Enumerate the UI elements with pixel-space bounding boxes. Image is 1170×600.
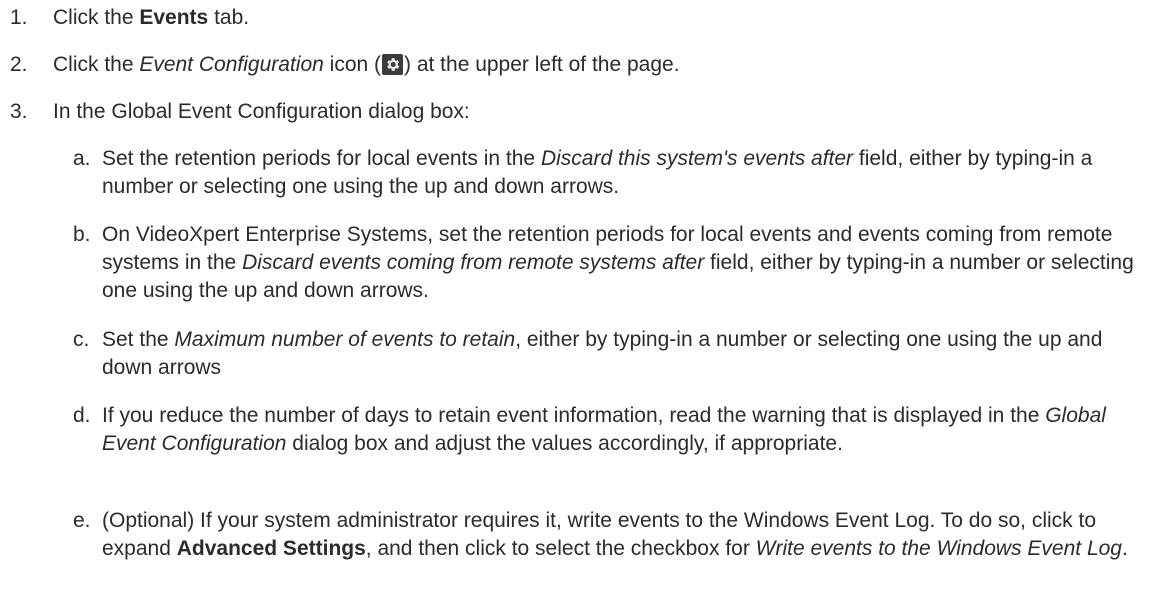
substep-text: On VideoXpert Enterprise Systems, set th… (102, 223, 1134, 302)
instructions-document: 1. Click the Events tab. 2. Click the Ev… (0, 0, 1170, 600)
step-number: 2. (10, 53, 28, 76)
substep-text: (Optional) If your system administrator … (102, 509, 1128, 560)
substep-letter: d. (73, 404, 91, 427)
advanced-settings-label: Advanced Settings (176, 537, 366, 560)
gear-icon (382, 54, 403, 75)
substep-text: If you reduce the number of days to reta… (102, 404, 1106, 455)
substep-letter: c. (73, 328, 90, 351)
substep-text: Set the retention periods for local even… (102, 147, 1093, 198)
substep-letter: b. (73, 223, 91, 246)
substep-letter: e. (73, 509, 91, 532)
events-tab-label: Events (139, 6, 209, 29)
discard-remote-events-field-name: Discard events coming from remote system… (242, 251, 705, 274)
step-number: 3. (10, 100, 28, 123)
discard-system-events-field-name: Discard this system's events after (540, 147, 854, 170)
step-number: 1. (10, 6, 28, 29)
substep-text: Set the Maximum number of events to reta… (102, 328, 1103, 379)
step-text: In the Global Event Configuration dialog… (53, 100, 470, 123)
maximum-events-field-name: Maximum number of events to retain (174, 328, 516, 351)
write-events-checkbox-label: Write events to the Windows Event Log (755, 537, 1122, 560)
substep-letter: a. (73, 147, 91, 170)
event-configuration-term: Event Configuration (139, 53, 324, 76)
step-text: Click the Events tab. (53, 6, 250, 29)
step-text: Click the Event Configuration icon () at… (53, 53, 680, 76)
